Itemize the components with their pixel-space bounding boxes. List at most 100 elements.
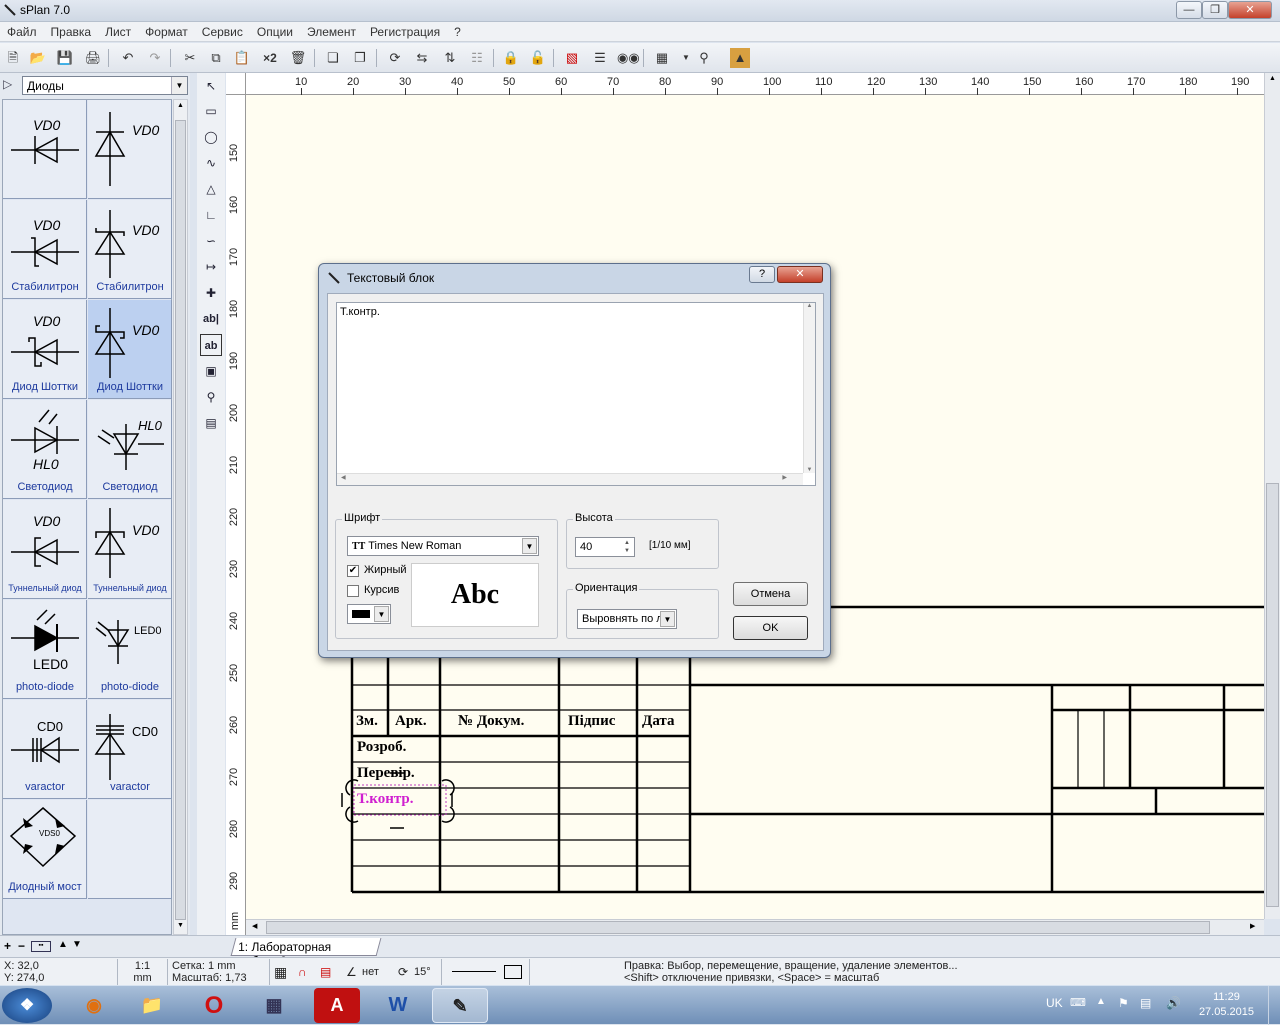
component-schottky-v[interactable]: VD0 Диод Шоттки bbox=[88, 300, 172, 399]
menu-edit[interactable]: Правка bbox=[44, 22, 99, 39]
dialog-close-button[interactable]: ✕ bbox=[777, 266, 823, 283]
component-zener-h[interactable]: VD0 Стабилитрон bbox=[3, 200, 87, 299]
keyboard-icon[interactable]: ⌨ bbox=[1070, 996, 1086, 1009]
sheet-tab-1[interactable]: 1: Лабораторная работа 2 bbox=[230, 938, 382, 968]
bold-checkbox[interactable]: ✔ bbox=[347, 565, 359, 577]
junction-icon[interactable]: ✚ bbox=[200, 282, 222, 304]
canvas-horizontal-scrollbar[interactable]: ◀ ▶ bbox=[246, 919, 1264, 935]
rectangle-icon[interactable]: ▭ bbox=[200, 100, 222, 122]
component-varactor-v[interactable]: CD0 varactor bbox=[88, 700, 172, 799]
text-tool-icon[interactable]: ab| bbox=[200, 308, 222, 330]
color-select[interactable]: ▼ bbox=[347, 604, 391, 624]
help-button[interactable]: ? bbox=[749, 266, 775, 283]
scroll-down-icon[interactable]: ▼ bbox=[175, 922, 186, 932]
align-icon[interactable]: ☷ bbox=[467, 48, 487, 68]
restore-button[interactable]: ❐ bbox=[1202, 1, 1228, 19]
snap-magnet-icon[interactable]: ∩ bbox=[298, 959, 307, 985]
scroll-right-icon[interactable]: ▶ bbox=[1250, 922, 1255, 930]
mirror-vertical-icon[interactable]: ⇅ bbox=[440, 48, 460, 68]
snap-elements-icon[interactable]: ▤ bbox=[320, 959, 331, 985]
menu-options[interactable]: Опции bbox=[250, 22, 300, 39]
height-input[interactable]: 40 ▲ ▼ bbox=[575, 537, 635, 557]
duplicate-x2-icon[interactable]: ×2 bbox=[260, 48, 280, 68]
show-desktop-button[interactable] bbox=[1268, 986, 1280, 1025]
language-indicator[interactable]: UK bbox=[1046, 996, 1063, 1010]
component-led-v[interactable]: HL0 Светодиод bbox=[88, 400, 172, 499]
chevron-down-icon[interactable]: ▼ bbox=[171, 77, 187, 94]
component-tunnel-v[interactable]: VD0 Туннельный диод bbox=[88, 500, 172, 599]
delete-icon[interactable]: 🗑 bbox=[288, 48, 308, 68]
clock[interactable]: 11:29 27.05.2015 bbox=[1199, 990, 1254, 1020]
polyline-icon[interactable]: ∟ bbox=[200, 204, 222, 226]
selected-text-tcontr[interactable]: Т.контр. bbox=[357, 791, 413, 808]
send-back-icon[interactable]: ❐ bbox=[350, 48, 370, 68]
chevron-down-icon[interactable]: ▼ bbox=[374, 606, 389, 622]
component-varactor-h[interactable]: CD0 varactor bbox=[3, 700, 87, 799]
component-diode-v[interactable]: VD0 bbox=[88, 100, 172, 199]
undo-icon[interactable]: ↶ bbox=[118, 48, 138, 68]
start-button[interactable]: ❖ bbox=[2, 988, 52, 1023]
bezier-icon[interactable]: ∽ bbox=[200, 230, 222, 252]
sheet-up-icon[interactable]: ▲ bbox=[58, 939, 68, 950]
chevron-down-icon[interactable]: ▼ bbox=[660, 611, 675, 627]
menu-service[interactable]: Сервис bbox=[195, 22, 250, 39]
chevron-down-icon[interactable]: ▼ bbox=[522, 538, 537, 554]
flag-icon[interactable]: ⚑ bbox=[1118, 996, 1129, 1010]
rotate-angle-icon[interactable]: ⟳ bbox=[398, 959, 408, 985]
menu-file[interactable]: Файл bbox=[0, 22, 44, 39]
opera-icon[interactable]: O bbox=[186, 988, 242, 1023]
row-developed[interactable]: Розроб. bbox=[357, 739, 406, 756]
find-binoculars-icon[interactable]: ◉◉ bbox=[617, 48, 640, 68]
snap-icon[interactable]: ▧ bbox=[562, 48, 582, 68]
canvas-vertical-scrollbar[interactable]: ▲ bbox=[1264, 73, 1280, 919]
component-photodiode-v[interactable]: LED0 photo-diode bbox=[88, 600, 172, 699]
menu-sheet[interactable]: Лист bbox=[98, 22, 138, 39]
minimize-button[interactable]: — bbox=[1176, 1, 1202, 19]
word-icon[interactable]: W bbox=[370, 988, 426, 1023]
ellipse-icon[interactable]: ◯ bbox=[200, 126, 222, 148]
tray-expand-icon[interactable]: ▲ bbox=[1096, 996, 1106, 1007]
library-select[interactable]: Диоды ▼ bbox=[22, 76, 188, 95]
zoom-fit-icon[interactable]: ⚲ bbox=[694, 48, 714, 68]
polygon-icon[interactable]: △ bbox=[200, 178, 222, 200]
part-list-icon[interactable]: ☰ bbox=[590, 48, 610, 68]
bring-front-icon[interactable]: ❏ bbox=[323, 48, 343, 68]
firefox-icon[interactable]: ◉ bbox=[66, 988, 122, 1023]
ok-button[interactable]: OK bbox=[733, 616, 808, 640]
row-checked[interactable]: Перевір. bbox=[357, 765, 415, 782]
network-icon[interactable]: ▤ bbox=[1140, 996, 1151, 1010]
arc-icon[interactable]: ∿ bbox=[200, 152, 222, 174]
mirror-horizontal-icon[interactable]: ⇆ bbox=[412, 48, 432, 68]
grid-dropdown-icon[interactable]: ▼ bbox=[676, 48, 696, 68]
redo-icon[interactable]: ↷ bbox=[145, 48, 165, 68]
vertical-scroll-thumb[interactable] bbox=[1266, 483, 1279, 907]
menu-element[interactable]: Элемент bbox=[300, 22, 363, 39]
explorer-folder-icon[interactable]: 📁 bbox=[124, 988, 180, 1023]
component-tunnel-h[interactable]: VD0 Туннельный диод bbox=[3, 500, 87, 599]
volume-icon[interactable]: 🔊 bbox=[1166, 996, 1181, 1010]
textblock-tool-icon[interactable]: ab bbox=[200, 334, 222, 356]
italic-checkbox[interactable] bbox=[347, 585, 359, 597]
text-block-textarea[interactable]: Т.контр. ▲ ▼ ◀ ▶ bbox=[336, 302, 816, 486]
cancel-button[interactable]: Отмена bbox=[733, 582, 808, 606]
height-spinner-icon[interactable]: ▲ ▼ bbox=[621, 539, 633, 555]
library-scroll-thumb[interactable] bbox=[175, 120, 186, 920]
remove-sheet-icon[interactable]: − bbox=[18, 939, 25, 953]
scroll-left-icon[interactable]: ◀ bbox=[252, 922, 257, 930]
angle-icon[interactable]: ∠ bbox=[346, 959, 357, 985]
print-icon[interactable]: 🖨 bbox=[83, 48, 103, 68]
new-file-icon[interactable]: 🗎 bbox=[3, 48, 23, 68]
menu-format[interactable]: Формат bbox=[138, 22, 195, 39]
library-scrollbar[interactable]: ▲ ▼ bbox=[173, 99, 188, 935]
image-icon[interactable]: ▣ bbox=[200, 360, 222, 382]
save-icon[interactable]: 💾 bbox=[55, 48, 75, 68]
component-diode-h[interactable]: VD0 bbox=[3, 100, 87, 199]
acrobat-icon[interactable]: A bbox=[314, 988, 360, 1023]
sheet-label-icon[interactable]: ▪▪ bbox=[31, 941, 51, 952]
menu-help[interactable]: ? bbox=[447, 22, 468, 39]
scroll-up-icon[interactable]: ▲ bbox=[1267, 75, 1278, 82]
component-led-h[interactable]: HL0 Светодиод bbox=[3, 400, 87, 499]
font-select[interactable]: TT Times New Roman ▼ bbox=[347, 536, 539, 556]
line-style-readout[interactable] bbox=[442, 959, 530, 985]
zoom-icon[interactable]: ⚲ bbox=[200, 386, 222, 408]
